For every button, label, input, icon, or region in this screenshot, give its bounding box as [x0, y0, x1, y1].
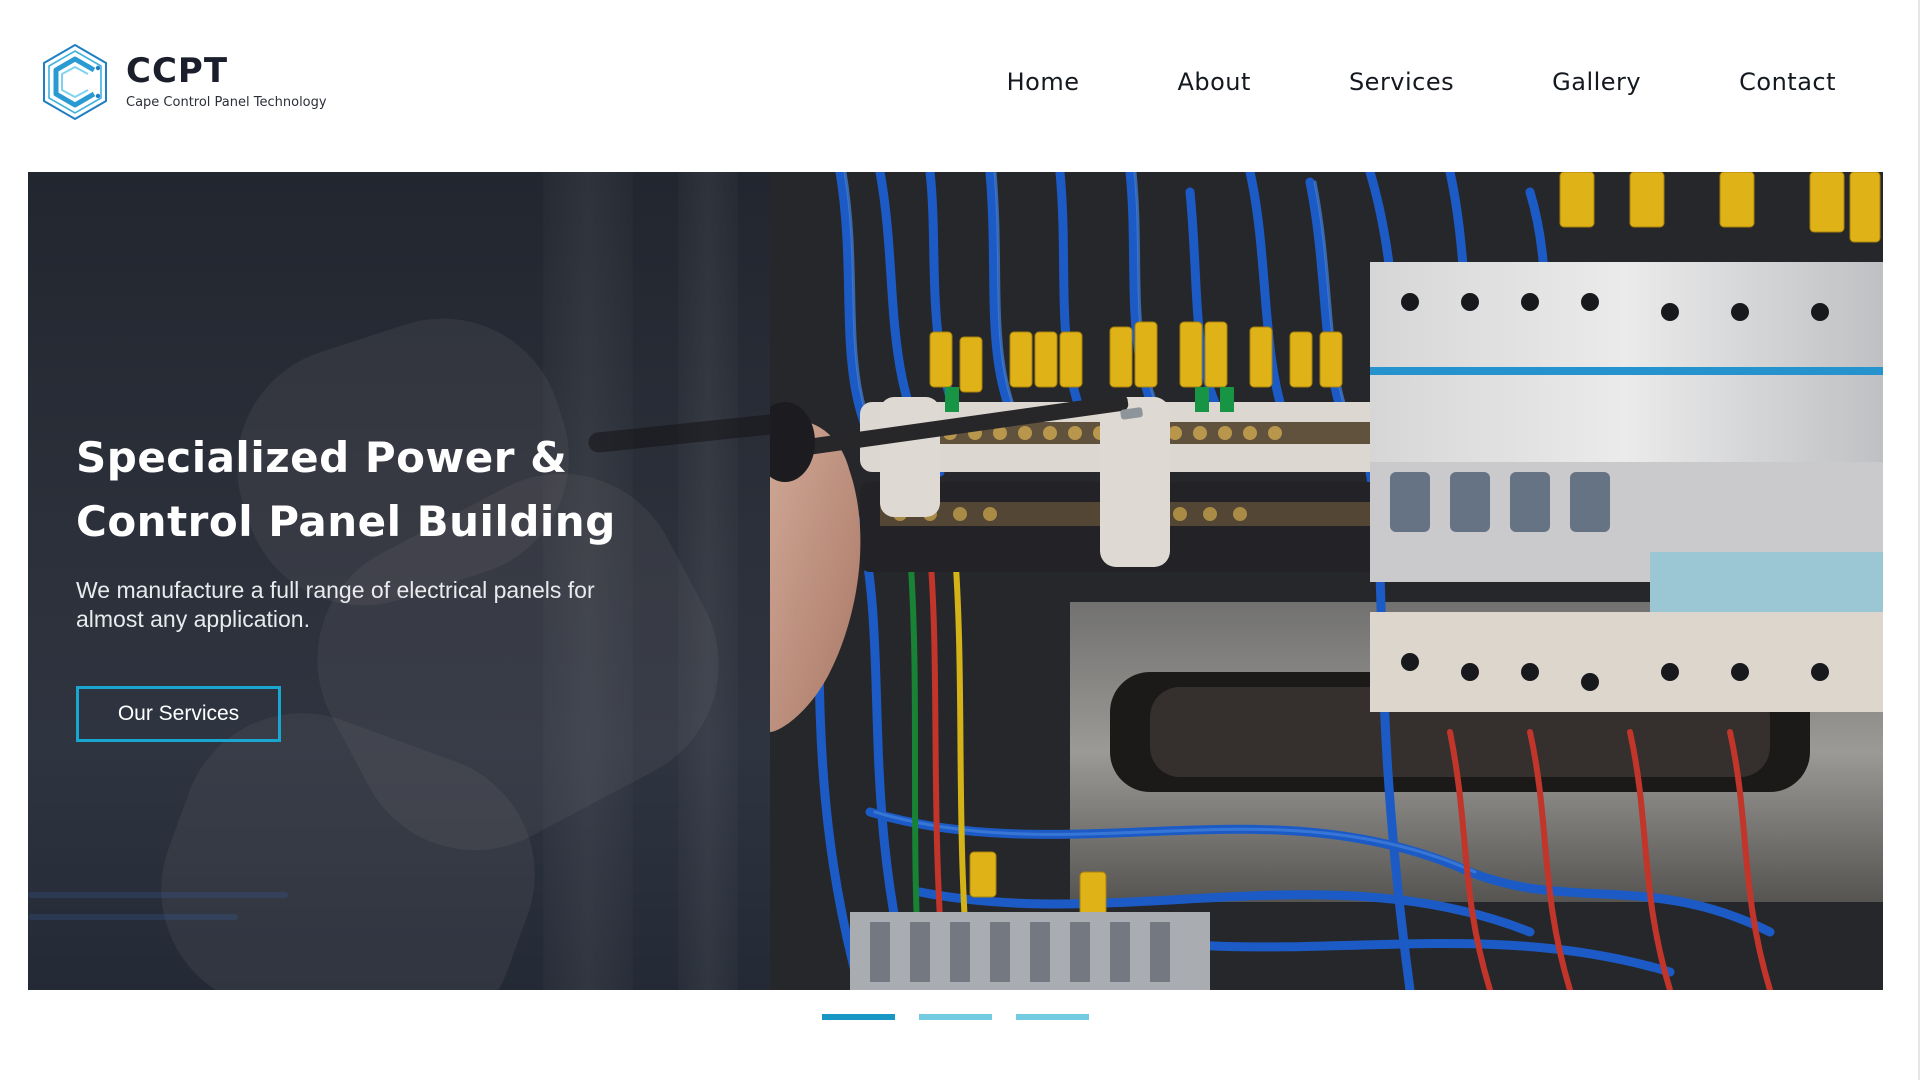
nav-item-about[interactable]: About — [1177, 62, 1250, 102]
brand-name: CCPT — [126, 51, 229, 91]
slide-indicator-1[interactable] — [822, 1014, 895, 1020]
nav-item-services[interactable]: Services — [1349, 62, 1454, 102]
nav-item-gallery[interactable]: Gallery — [1552, 62, 1641, 102]
hero-slider: Specialized Power & Control Panel Buildi… — [28, 172, 1883, 990]
hero-image — [770, 172, 1883, 990]
hero-title-line-1: Specialized Power & — [76, 433, 568, 482]
slide-indicator-2[interactable] — [919, 1014, 992, 1020]
site-header: CCPT Cape Control Panel Technology Home … — [0, 0, 1920, 160]
slide-indicator-3[interactable] — [1016, 1014, 1089, 1020]
nav-item-contact[interactable]: Contact — [1739, 62, 1836, 102]
hero-title: Specialized Power & Control Panel Buildi… — [76, 426, 716, 554]
background-cable — [28, 892, 288, 898]
background-cable — [28, 914, 238, 920]
site-logo[interactable]: CCPT Cape Control Panel Technology — [38, 42, 327, 122]
main-nav: Home About Services Gallery Contact — [1007, 62, 1836, 102]
hero-subtitle: We manufacture a full range of electrica… — [76, 577, 595, 632]
page: CCPT Cape Control Panel Technology Home … — [0, 0, 1920, 1080]
ccpt-logo-icon — [43, 43, 107, 121]
brand-tagline: Cape Control Panel Technology — [126, 95, 327, 110]
hero-content: Specialized Power & Control Panel Buildi… — [76, 426, 716, 742]
control-panel-wiring-image — [770, 172, 1883, 990]
slider-indicators — [822, 1014, 1089, 1020]
our-services-button[interactable]: Our Services — [76, 686, 281, 742]
logo-text: CCPT Cape Control Panel Technology — [126, 53, 327, 111]
nav-item-home[interactable]: Home — [1007, 62, 1080, 102]
hero-title-line-2: Control Panel Building — [76, 497, 616, 546]
